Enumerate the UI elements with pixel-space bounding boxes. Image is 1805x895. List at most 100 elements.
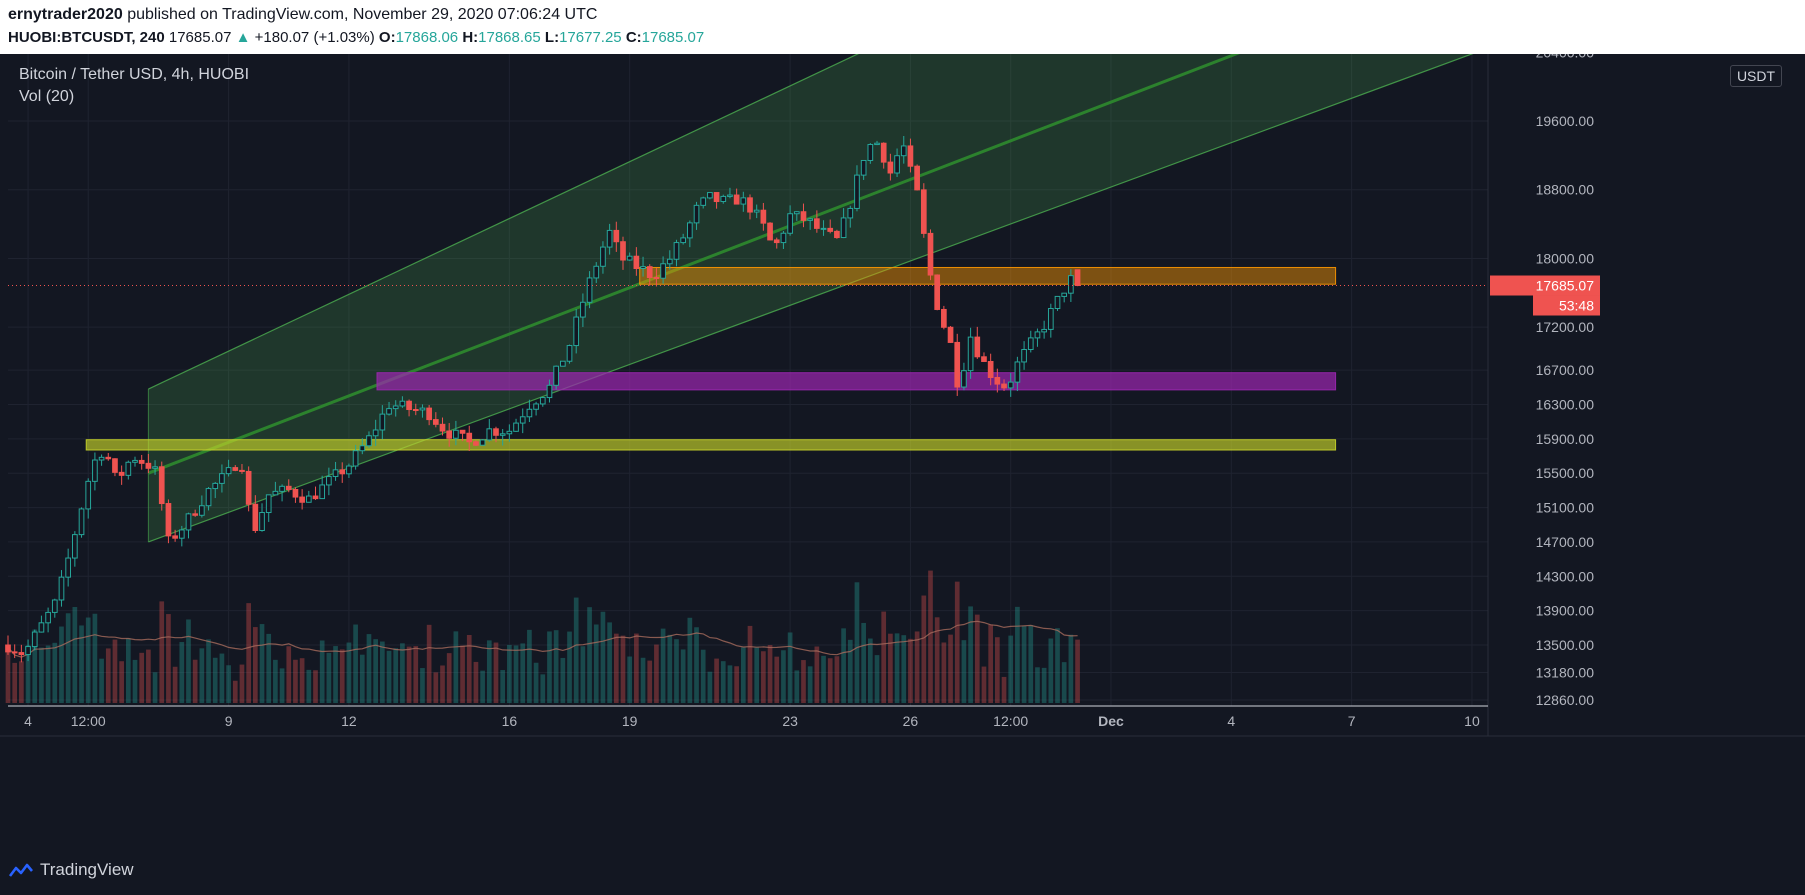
volume-bar <box>654 644 659 703</box>
volume-bar <box>961 640 967 703</box>
author-name[interactable]: ernytrader2020 <box>8 6 123 23</box>
price-tick-label: 12860.00 <box>1536 692 1595 708</box>
volume-bar <box>747 625 753 703</box>
volume-bar <box>914 631 920 703</box>
volume-bar <box>707 671 713 703</box>
candle-body <box>620 241 626 261</box>
volume-bar <box>1008 635 1014 703</box>
volume-bar <box>954 581 960 703</box>
candle-body <box>112 458 118 473</box>
candle-body <box>265 494 272 514</box>
volume-bar <box>85 617 91 703</box>
volume-bar <box>513 645 519 703</box>
change-up-icon: ▲ <box>235 29 251 46</box>
candle-body <box>827 227 834 232</box>
candle-body <box>105 456 112 460</box>
candle-body <box>880 142 887 163</box>
candle-body <box>232 467 239 471</box>
volume-bar <box>426 624 432 703</box>
candle-body <box>58 576 65 601</box>
candle-body <box>820 227 827 230</box>
candle-body <box>907 145 914 167</box>
candle-body <box>118 471 125 476</box>
volume-bar <box>99 658 104 703</box>
volume-bar <box>674 639 679 703</box>
candle-body <box>646 266 653 279</box>
candle-body <box>747 197 753 213</box>
close-label: C: <box>625 29 642 46</box>
time-tick-label: 26 <box>903 713 919 729</box>
candle-body <box>158 466 165 505</box>
volume-bar <box>941 642 947 703</box>
open-label: O: <box>378 29 396 46</box>
volume-bar <box>72 607 78 703</box>
volume-bar <box>306 669 312 703</box>
volume-bar <box>968 606 973 703</box>
candle-body <box>11 651 18 654</box>
zone-orange[interactable] <box>639 266 1337 285</box>
volume-bar <box>988 624 993 703</box>
volume-bar <box>105 648 111 703</box>
candle-body <box>299 496 305 503</box>
candle-body <box>733 194 740 205</box>
candle-body <box>292 488 299 498</box>
volume-bar <box>781 650 786 703</box>
zone-purple[interactable] <box>376 372 1337 391</box>
candle-body <box>900 145 907 157</box>
candle-body <box>51 599 58 613</box>
candle-body <box>359 445 366 452</box>
time-tick-label: 4 <box>24 713 32 729</box>
candle-body <box>466 432 473 443</box>
volume-bar <box>787 632 793 703</box>
candle-body <box>573 316 580 347</box>
candle-body <box>713 192 720 203</box>
candle-body <box>847 207 854 219</box>
volume-bar <box>921 595 927 703</box>
zone-yellow[interactable] <box>85 439 1337 451</box>
candle-body <box>807 218 814 221</box>
volume-bar <box>901 635 907 703</box>
candle-body <box>1061 292 1068 297</box>
volume-bar <box>1041 667 1047 703</box>
volume-bar <box>246 603 251 703</box>
candle-body <box>1054 295 1061 310</box>
candle-body <box>539 397 546 405</box>
candle-body <box>459 429 466 434</box>
candle-body <box>887 161 894 174</box>
volume-bar <box>794 670 800 703</box>
price-tick-label: 15900.00 <box>1536 431 1595 447</box>
candle-body <box>332 469 339 478</box>
price-chart[interactable]: 20400.00 19600.00 18800.00 18000.00 17200.00… <box>0 54 1805 850</box>
candle-body <box>205 488 212 507</box>
volume-bar <box>867 638 873 703</box>
volume-bar <box>453 631 459 703</box>
volume-bar <box>660 628 666 703</box>
candle-body <box>687 222 693 239</box>
volume-bar <box>446 653 452 703</box>
volume-bar <box>533 662 539 703</box>
volume-bar <box>908 638 913 703</box>
candle-body <box>379 413 386 431</box>
close-value: 17685.07 <box>641 29 705 46</box>
candle-body <box>92 459 98 482</box>
volume-bar <box>59 626 64 703</box>
high-value: 17868.65 <box>478 29 541 46</box>
candle-body <box>653 277 660 280</box>
candle-body <box>767 222 773 241</box>
candle-body <box>773 239 780 244</box>
volume-bar <box>627 656 633 703</box>
volume-legend[interactable]: Vol (20) <box>19 88 74 106</box>
volume-bar <box>192 659 198 703</box>
candle-body <box>493 428 499 436</box>
candle-body <box>426 407 432 421</box>
currency-button[interactable]: USDT <box>1730 65 1782 87</box>
tradingview-logo[interactable]: TradingView <box>8 860 134 880</box>
time-tick-label: 16 <box>502 713 518 729</box>
open-value: 17868.06 <box>395 29 459 46</box>
volume-bar <box>694 627 699 703</box>
candle-body <box>519 416 526 424</box>
candle-body <box>559 360 566 367</box>
volume-bar <box>480 670 485 703</box>
volume-bar <box>386 650 392 703</box>
volume-bar <box>995 637 1000 703</box>
